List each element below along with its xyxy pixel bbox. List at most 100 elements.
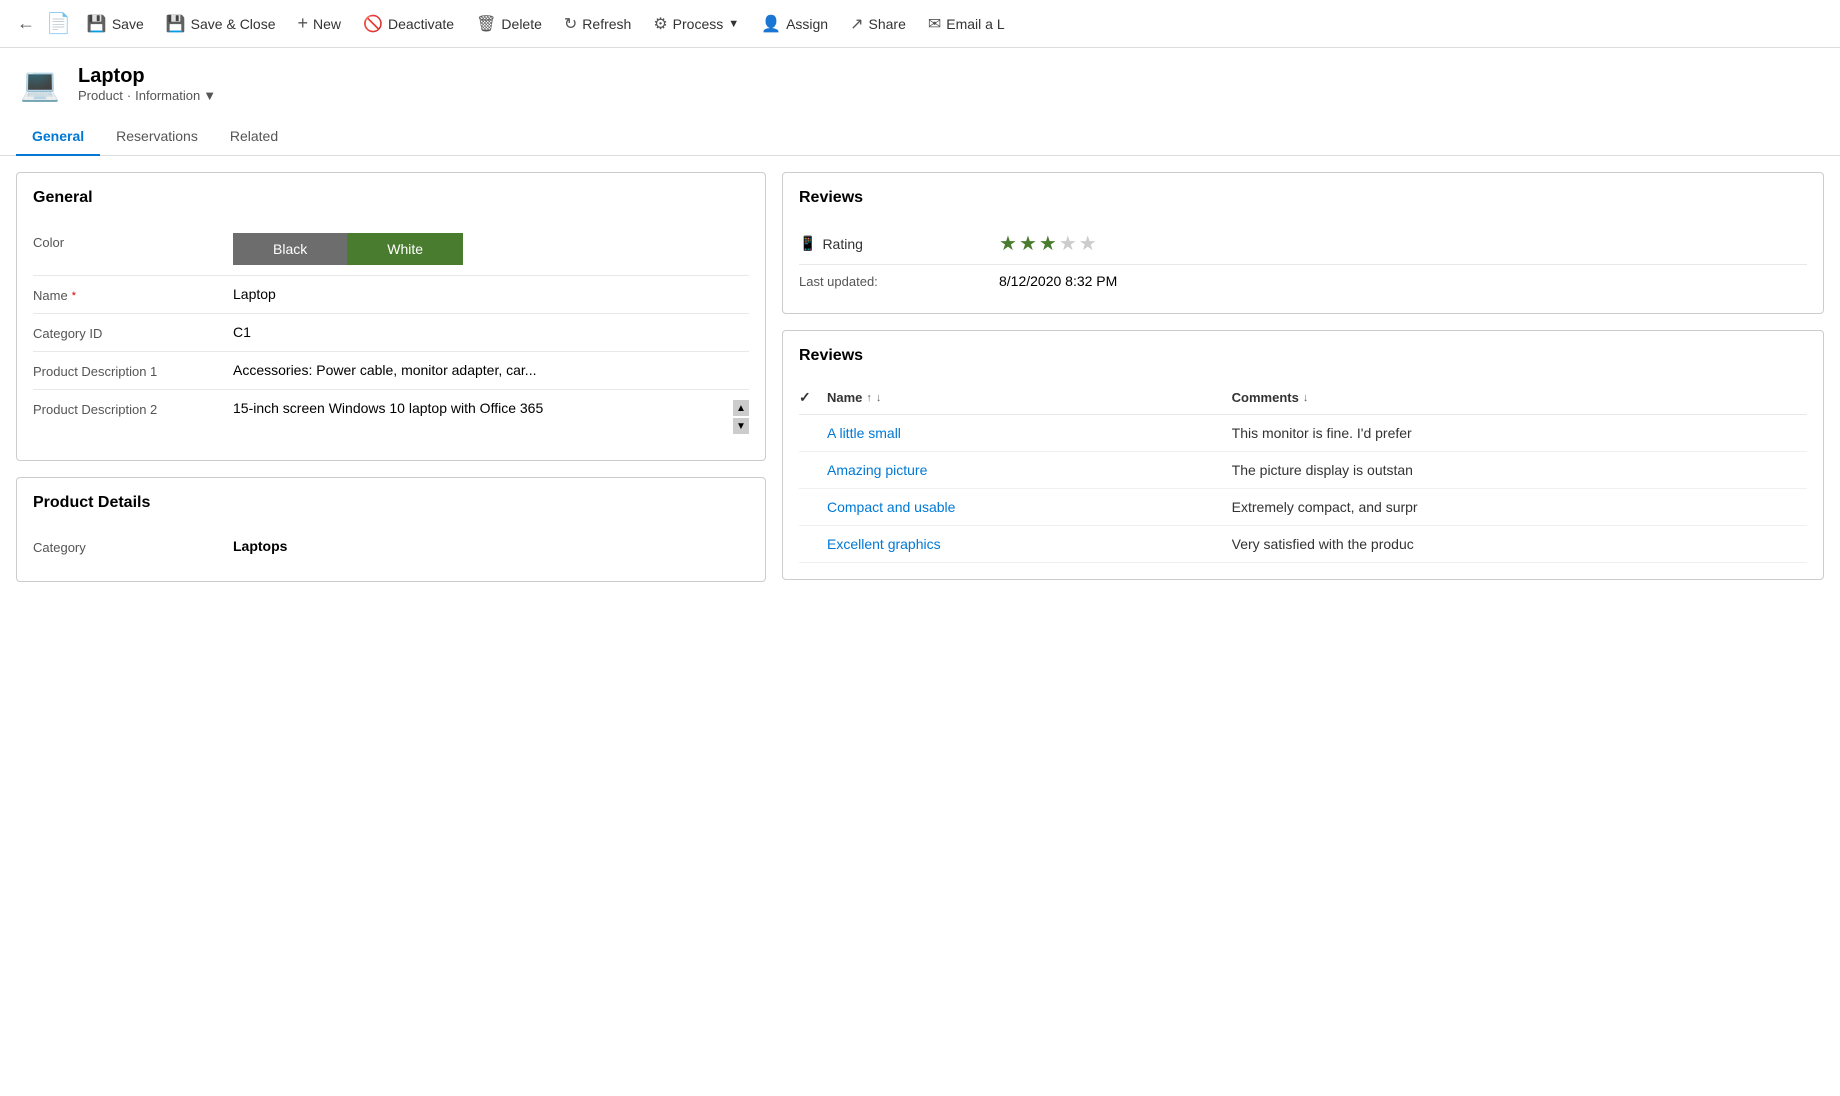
reviews-table-title: Reviews [799,347,1807,365]
product-desc-1-field-row: Product Description 1 Accessories: Power… [33,352,749,390]
tab-reservations[interactable]: Reservations [100,120,214,156]
tab-general[interactable]: General [16,120,100,156]
save-button[interactable]: 💾 Save [77,8,154,40]
new-button[interactable]: + New [288,7,352,40]
name-value: Laptop [233,286,749,302]
reviews-rating-card: Reviews 📱 Rating ★ ★ ★ ★ ★ Last updated:… [782,172,1824,314]
new-icon: + [298,13,309,34]
page-title: Laptop [78,65,216,88]
review-name-cell[interactable]: A little small [827,415,1232,452]
th-checkbox: ✓ [799,381,827,415]
header-text: Laptop Product · Information ▼ [78,65,216,103]
name-label: Name * [33,286,233,303]
review-comment-cell: This monitor is fine. I'd prefer [1232,415,1807,452]
save-close-button[interactable]: 💾 Save & Close [156,8,286,40]
category-label: Category [33,538,233,555]
row-checkbox-cell [799,452,827,489]
toolbar: ← 📄 💾 Save 💾 Save & Close + New 🚫 Deacti… [0,0,1840,48]
row-checkbox-cell [799,489,827,526]
rating-row: 📱 Rating ★ ★ ★ ★ ★ [799,223,1807,264]
process-icon: ⚙ [653,14,667,34]
name-sort-desc-icon[interactable]: ↓ [876,392,882,404]
color-button-group: Black White [233,233,749,265]
product-desc-1-label: Product Description 1 [33,362,233,379]
rating-stars: ★ ★ ★ ★ ★ [999,231,1097,256]
tab-related[interactable]: Related [214,120,294,156]
refresh-button[interactable]: ↻ Refresh [554,8,641,40]
reviews-table-card: Reviews ✓ Name ↑ ↓ [782,330,1824,580]
assign-icon: 👤 [761,14,781,34]
category-field-row: Category Laptops [33,528,749,565]
review-name-cell[interactable]: Amazing picture [827,452,1232,489]
share-button[interactable]: ↗ Share [840,8,916,40]
row-checkbox-cell [799,526,827,563]
tabs-bar: General Reservations Related [0,120,1840,156]
category-value: Laptops [233,538,749,554]
share-icon: ↗ [850,14,863,34]
color-value: Black White [233,233,749,265]
star-4: ★ [1059,231,1077,256]
color-black-button[interactable]: Black [233,233,347,265]
star-5: ★ [1079,231,1097,256]
product-desc-2-value-wrapper: 15-inch screen Windows 10 laptop with Of… [233,400,749,434]
required-indicator: * [72,290,76,302]
breadcrumb-separator: · [127,88,131,103]
star-2: ★ [1019,231,1037,256]
scroll-down-button[interactable]: ▼ [733,418,749,434]
table-row: A little smallThis monitor is fine. I'd … [799,415,1807,452]
general-card: General Color Black White Name * [16,172,766,461]
product-details-card: Product Details Category Laptops [16,477,766,582]
reviews-rating-title: Reviews [799,189,1807,207]
email-button[interactable]: ✉ Email a L [918,8,1015,40]
last-updated-value: 8/12/2020 8:32 PM [999,273,1117,289]
left-panel: General Color Black White Name * [16,172,766,582]
review-comment-cell: Extremely compact, and surpr [1232,489,1807,526]
process-button[interactable]: ⚙ Process ▼ [643,8,749,40]
th-name: Name ↑ ↓ [827,381,1232,415]
general-card-title: General [33,189,749,207]
process-dropdown-icon: ▼ [728,18,739,30]
reviews-table: ✓ Name ↑ ↓ Comments ↓ [799,381,1807,563]
color-field-row: Color Black White [33,223,749,276]
product-desc-2-value: 15-inch screen Windows 10 laptop with Of… [233,400,729,416]
review-comment-cell: Very satisfied with the produc [1232,526,1807,563]
right-panel: Reviews 📱 Rating ★ ★ ★ ★ ★ Last updated:… [782,172,1824,582]
product-desc-2-label: Product Description 2 [33,400,233,417]
back-button[interactable]: ← [8,6,44,42]
comments-sort-icon[interactable]: ↓ [1303,392,1309,404]
name-sort-asc-icon[interactable]: ↑ [866,392,872,404]
product-details-title: Product Details [33,494,749,512]
breadcrumb: Product · Information ▼ [78,88,216,103]
rating-icon: 📱 [799,235,816,252]
deactivate-button[interactable]: 🚫 Deactivate [353,8,464,40]
table-row: Amazing pictureThe picture display is ou… [799,452,1807,489]
review-name-cell[interactable]: Compact and usable [827,489,1232,526]
review-name-cell[interactable]: Excellent graphics [827,526,1232,563]
entity-icon: 💻 [16,60,64,108]
last-updated-row: Last updated: 8/12/2020 8:32 PM [799,264,1807,297]
scroll-up-button[interactable]: ▲ [733,400,749,416]
category-id-value: C1 [233,324,749,340]
name-field-row: Name * Laptop [33,276,749,314]
scroll-indicator: ▲ ▼ [733,400,749,434]
deactivate-icon: 🚫 [363,14,383,34]
color-white-button[interactable]: White [347,233,463,265]
rating-label-cell: 📱 Rating [799,235,999,252]
assign-button[interactable]: 👤 Assign [751,8,838,40]
th-comments: Comments ↓ [1232,381,1807,415]
row-checkbox-cell [799,415,827,452]
main-content: General Color Black White Name * [0,156,1840,598]
refresh-icon: ↻ [564,14,577,34]
delete-button[interactable]: 🗑 Delete [466,8,552,40]
product-desc-1-value: Accessories: Power cable, monitor adapte… [233,362,749,378]
table-row: Compact and usableExtremely compact, and… [799,489,1807,526]
save-close-icon: 💾 [166,14,186,34]
breadcrumb-dropdown[interactable]: Information ▼ [135,88,216,103]
header-checkmark: ✓ [799,389,811,405]
page-icon: 📄 [46,11,71,36]
star-3: ★ [1039,231,1057,256]
save-icon: 💾 [87,14,107,34]
category-id-field-row: Category ID C1 [33,314,749,352]
table-header-row: ✓ Name ↑ ↓ Comments ↓ [799,381,1807,415]
review-comment-cell: The picture display is outstan [1232,452,1807,489]
